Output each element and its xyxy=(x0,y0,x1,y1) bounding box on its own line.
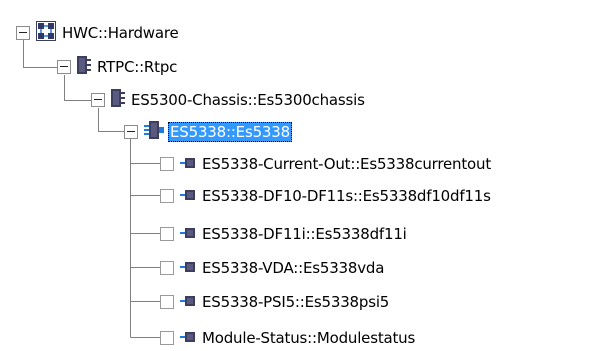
node-label-selected[interactable]: ES5338::Es5338 xyxy=(168,122,292,142)
submodule-icon xyxy=(180,155,196,173)
leaf-box xyxy=(160,331,174,345)
rtpc-module-icon xyxy=(77,56,91,78)
chassis-module-icon xyxy=(111,89,125,111)
submodule-icon xyxy=(180,293,196,311)
leaf-box xyxy=(160,295,174,309)
node-label[interactable]: HWC::Hardware xyxy=(60,23,181,43)
tree-node-rtpc[interactable]: RTPC::Rtpc xyxy=(57,56,179,78)
node-label[interactable]: ES5338-DF11i::Es5338df11i xyxy=(200,224,409,244)
submodule-icon xyxy=(180,329,196,347)
collapse-toggle[interactable] xyxy=(16,26,30,40)
submodule-icon xyxy=(180,225,196,243)
hardware-network-icon xyxy=(36,21,56,45)
node-label[interactable]: ES5338-Current-Out::Es5338currentout xyxy=(200,154,493,174)
tree-node-vda[interactable]: ES5338-VDA::Es5338vda xyxy=(160,257,386,279)
node-label[interactable]: ES5338-DF10-DF11s::Es5338df10df11s xyxy=(200,186,493,206)
tree-node-df10-df11s[interactable]: ES5338-DF10-DF11s::Es5338df10df11s xyxy=(160,185,493,207)
tree-node-chassis[interactable]: ES5300-Chassis::Es5300chassis xyxy=(91,89,367,111)
tree-node-es5338[interactable]: ES5338::Es5338 xyxy=(124,121,292,143)
node-label[interactable]: RTPC::Rtpc xyxy=(95,57,179,77)
tree-node-psi5[interactable]: ES5338-PSI5::Es5338psi5 xyxy=(160,291,391,313)
node-label[interactable]: ES5338-VDA::Es5338vda xyxy=(200,258,386,278)
node-label[interactable]: ES5338-PSI5::Es5338psi5 xyxy=(200,292,391,312)
leaf-box xyxy=(160,261,174,275)
collapse-toggle[interactable] xyxy=(124,125,138,139)
leaf-box xyxy=(160,157,174,171)
node-label[interactable]: Module-Status::Modulestatus xyxy=(200,328,417,348)
tree-node-current-out[interactable]: ES5338-Current-Out::Es5338currentout xyxy=(160,153,493,175)
tree-node-df11i[interactable]: ES5338-DF11i::Es5338df11i xyxy=(160,223,409,245)
leaf-box xyxy=(160,227,174,241)
tree-node-hardware[interactable]: HWC::Hardware xyxy=(16,21,181,45)
tree-node-module-status[interactable]: Module-Status::Modulestatus xyxy=(160,327,417,349)
collapse-toggle[interactable] xyxy=(57,60,71,74)
node-label[interactable]: ES5300-Chassis::Es5300chassis xyxy=(129,90,367,110)
leaf-box xyxy=(160,189,174,203)
submodule-icon xyxy=(180,259,196,277)
collapse-toggle[interactable] xyxy=(91,93,105,107)
board-module-icon xyxy=(144,121,164,143)
submodule-icon xyxy=(180,187,196,205)
